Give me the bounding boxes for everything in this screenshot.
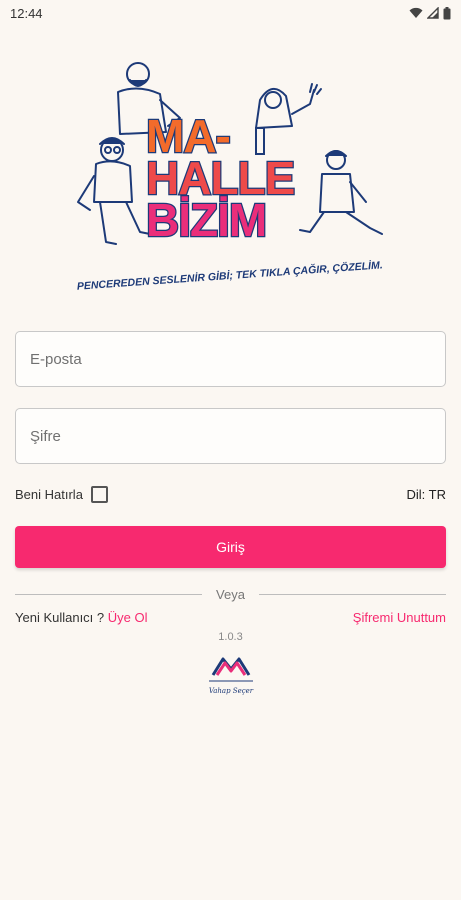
tagline: PENCEREDEN SESLENİR GİBİ; TEK TIKLA ÇAĞI… bbox=[76, 258, 383, 292]
divider-line-left bbox=[15, 593, 203, 595]
remember-checkbox[interactable] bbox=[90, 485, 108, 503]
status-time: 12:44 bbox=[10, 5, 43, 21]
new-user-prompt: Yeni Kullanıcı ? Üye Ol bbox=[15, 610, 148, 625]
email-input[interactable] bbox=[30, 350, 431, 368]
email-field[interactable] bbox=[15, 331, 446, 387]
status-bar: 12:44 bbox=[0, 0, 461, 26]
login-button[interactable]: Giriş bbox=[15, 526, 446, 568]
password-input[interactable] bbox=[30, 427, 431, 445]
auth-links: Yeni Kullanıcı ? Üye Ol Şifremi Unuttum bbox=[15, 608, 446, 626]
status-icons bbox=[409, 6, 451, 20]
password-field[interactable] bbox=[15, 408, 446, 464]
wifi-icon bbox=[409, 7, 423, 18]
register-link[interactable]: Üye Ol bbox=[108, 610, 148, 625]
remember-label: Beni Hatırla bbox=[15, 486, 83, 502]
divider-text: Veya bbox=[216, 586, 245, 602]
mahalle-bizim-logo: MA- HALLE BİZİM PENCEREDEN SESLENİR GİBİ… bbox=[76, 62, 383, 293]
remember-me[interactable]: Beni Hatırla bbox=[15, 485, 108, 503]
language-selector[interactable]: Dil: TR bbox=[407, 487, 446, 502]
battery-icon bbox=[443, 6, 451, 19]
app-version: 1.0.3 bbox=[218, 631, 243, 643]
footer-logo-text: Vahap Seçer bbox=[209, 687, 254, 695]
signal-icon bbox=[427, 7, 439, 19]
footer-logo: Vahap Seçer bbox=[203, 651, 259, 701]
or-divider: Veya bbox=[15, 585, 447, 603]
new-user-text: Yeni Kullanıcı ? bbox=[15, 609, 105, 625]
divider-line-right bbox=[258, 593, 447, 595]
forgot-password-link[interactable]: Şifremi Unuttum bbox=[353, 610, 446, 625]
logo-line-3: BİZİM bbox=[146, 194, 266, 246]
hero-illustration: MA- HALLE BİZİM PENCEREDEN SESLENİR GİBİ… bbox=[60, 52, 400, 297]
remember-row: Beni Hatırla Dil: TR bbox=[15, 483, 446, 505]
